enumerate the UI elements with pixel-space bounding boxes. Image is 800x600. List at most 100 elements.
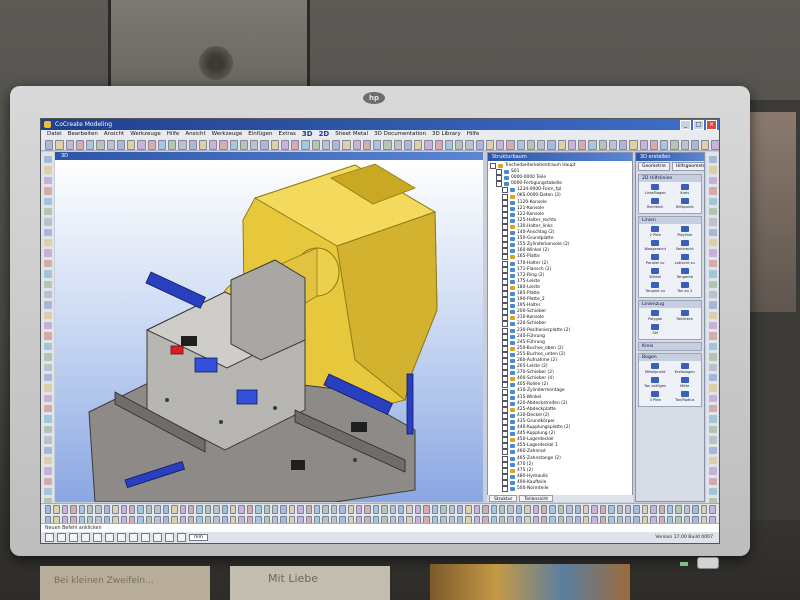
status-tool-icon[interactable]: [129, 533, 138, 542]
bottom-tool-icon[interactable]: [465, 505, 472, 514]
toolbar-button-icon[interactable]: [373, 139, 382, 150]
tab-helper-geometry[interactable]: Hilfsgeometrie: [671, 162, 704, 171]
bottom-tool-icon[interactable]: [507, 505, 514, 514]
toolbar-button-icon[interactable]: [137, 139, 146, 150]
tree-checkbox[interactable]: [502, 431, 508, 438]
tree-checkbox[interactable]: [502, 486, 508, 493]
right-tool-icon[interactable]: [708, 436, 717, 444]
bottom-tool-icon[interactable]: [599, 505, 607, 514]
right-tool-icon[interactable]: [708, 415, 717, 423]
bottom-tool-icon[interactable]: [145, 505, 153, 514]
right-tool-icon[interactable]: [708, 207, 717, 216]
toolbar-button-icon[interactable]: [65, 139, 74, 150]
toolbar-button-icon[interactable]: [362, 139, 371, 150]
bottom-tool-icon[interactable]: [616, 505, 624, 514]
toolbar-button-icon[interactable]: [219, 139, 228, 150]
function-button[interactable]: Tan anfügen: [641, 377, 670, 390]
function-button[interactable]: Winkel: [641, 268, 670, 281]
toolbar-button-icon[interactable]: [629, 139, 638, 150]
function-button[interactable]: Hilfspunkt: [671, 198, 700, 211]
right-tool-icon[interactable]: [708, 259, 717, 268]
tree-checkbox[interactable]: [502, 193, 508, 200]
bottom-tool-icon[interactable]: [389, 505, 397, 514]
toolbar-button-icon[interactable]: [403, 139, 412, 150]
bottom-tool-icon[interactable]: [271, 505, 279, 514]
toolbar-button-icon[interactable]: [465, 139, 474, 150]
bottom-tool-icon[interactable]: [591, 505, 598, 514]
tree-checkbox[interactable]: [502, 272, 508, 279]
toolbar-button-icon[interactable]: [455, 139, 464, 150]
tree-checkbox[interactable]: [502, 406, 508, 413]
right-tool-icon[interactable]: [708, 425, 717, 434]
bottom-tool-icon[interactable]: [482, 505, 489, 514]
tree-checkbox[interactable]: [502, 248, 508, 255]
toolbar-button-icon[interactable]: [660, 139, 669, 150]
bottom-tool-icon[interactable]: [339, 505, 346, 514]
function-button[interactable]: Tan/Radius: [671, 391, 700, 404]
left-tool-icon[interactable]: [43, 456, 52, 465]
tree-checkbox[interactable]: [502, 217, 508, 224]
toolbar-button-icon[interactable]: [147, 139, 156, 150]
right-tool-icon[interactable]: [708, 394, 717, 402]
right-tool-icon[interactable]: [708, 228, 717, 236]
toolbar-button-icon[interactable]: [485, 139, 494, 150]
bottom-tool-icon[interactable]: [381, 505, 388, 514]
tree-row[interactable]: 500-Normteile: [490, 486, 632, 493]
toolbar-button-icon[interactable]: [209, 139, 218, 150]
function-button[interactable]: Polylinie: [671, 226, 700, 239]
bottom-tool-icon[interactable]: [431, 505, 439, 514]
toolbar-button-icon[interactable]: [598, 139, 607, 150]
tree-checkbox[interactable]: [496, 175, 502, 182]
bottom-tool-icon[interactable]: [700, 505, 708, 514]
toolbar-button-icon[interactable]: [250, 139, 259, 150]
toolbar-button-icon[interactable]: [229, 139, 238, 150]
bottom-tool-icon[interactable]: [238, 505, 245, 514]
toolbar-button-icon[interactable]: [608, 139, 617, 150]
bottom-tool-icon[interactable]: [566, 505, 573, 514]
bottom-tool-icon[interactable]: [322, 505, 329, 514]
bottom-tool-icon[interactable]: [196, 505, 203, 514]
bottom-tool-icon[interactable]: [406, 505, 413, 514]
status-tool-icon[interactable]: [93, 533, 102, 542]
left-tool-icon[interactable]: [43, 197, 52, 205]
bottom-tool-icon[interactable]: [221, 505, 228, 514]
mode-3d-tab[interactable]: 3D: [302, 130, 313, 139]
toolbar-button-icon[interactable]: [311, 139, 320, 150]
left-tool-icon[interactable]: [43, 373, 52, 382]
bottom-tool-icon[interactable]: [448, 505, 455, 514]
left-tool-icon[interactable]: [43, 425, 52, 434]
toolbar-button-icon[interactable]: [578, 139, 587, 150]
tree-checkbox[interactable]: [502, 187, 508, 194]
bottom-tool-icon[interactable]: [70, 505, 77, 514]
toolbar-button-icon[interactable]: [496, 139, 505, 150]
bottom-tool-icon[interactable]: [137, 505, 144, 514]
toolbar-button-icon[interactable]: [434, 139, 443, 150]
3d-viewport[interactable]: [55, 160, 483, 502]
maximize-button[interactable]: □: [693, 120, 704, 130]
toolbar-button-icon[interactable]: [649, 139, 658, 150]
menu-item[interactable]: Bearbeiten: [68, 130, 98, 139]
right-tool-icon[interactable]: [708, 176, 717, 185]
bottom-tool-icon[interactable]: [583, 505, 590, 514]
bottom-tool-icon[interactable]: [423, 505, 430, 514]
menu-item-extra[interactable]: Sheet Metal: [335, 130, 368, 139]
tab-geometry[interactable]: Geometrie: [638, 162, 670, 171]
tree-checkbox[interactable]: [502, 449, 508, 456]
menu-item[interactable]: Extras: [278, 130, 295, 139]
tree-checkbox[interactable]: [502, 412, 508, 419]
function-button[interactable]: Senkrecht: [671, 240, 700, 253]
tab-part-view[interactable]: Teilansicht: [519, 495, 553, 502]
tree-checkbox[interactable]: [502, 358, 508, 365]
toolbar-button-icon[interactable]: [188, 139, 197, 150]
bottom-tool-icon[interactable]: [364, 505, 371, 514]
menu-item[interactable]: Werkzeuge: [212, 130, 243, 139]
bottom-tool-icon[interactable]: [129, 505, 136, 514]
left-tool-icon[interactable]: [43, 467, 52, 475]
bottom-tool-icon[interactable]: [633, 505, 640, 514]
tree-checkbox[interactable]: [502, 315, 508, 322]
function-button[interactable]: Linie/Bogen: [641, 184, 670, 197]
status-tool-icon[interactable]: [153, 533, 162, 542]
menu-item-extra[interactable]: 3D Library: [432, 130, 461, 139]
tree-checkbox[interactable]: [502, 309, 508, 316]
toolbar-button-icon[interactable]: [424, 139, 433, 150]
